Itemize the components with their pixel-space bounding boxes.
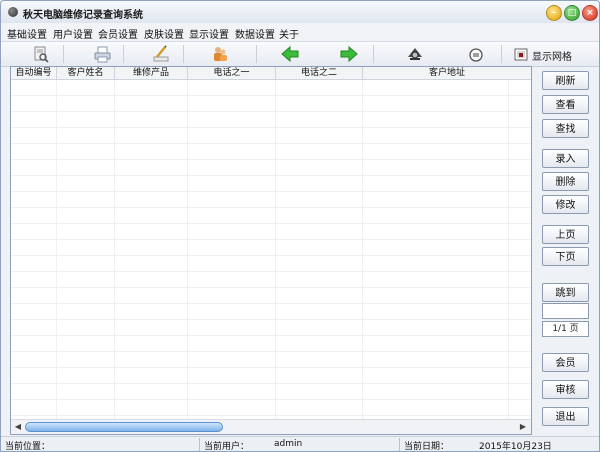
column-header-customer[interactable]: 客户姓名 [57, 67, 115, 79]
column-divider [187, 80, 188, 419]
maximize-button[interactable]: □ [564, 5, 580, 21]
menu-user-settings[interactable]: 用户设置 [53, 26, 93, 41]
column-header-auto-id[interactable]: 自动编号 [11, 67, 57, 79]
status-date-label: 当前日期： [404, 442, 450, 452]
app-window: 秋天电脑维修记录查询系统 – □ × 基础设置 用户设置 会员设置 皮肤设置 显… [0, 0, 600, 452]
menu-about[interactable]: 关于 [279, 26, 299, 41]
grid-toggle-icon[interactable] [511, 44, 531, 64]
column-header-phone1[interactable]: 电话之一 [188, 67, 276, 79]
scroll-right-icon[interactable]: ▶ [517, 421, 529, 433]
status-user-value: admin [274, 439, 303, 449]
modify-button[interactable]: 修改 [542, 195, 589, 214]
menu-basic-settings[interactable]: 基础设置 [7, 26, 47, 41]
member-button[interactable]: 会员 [542, 353, 589, 372]
toolbar: 显示网格 [1, 41, 599, 67]
column-divider [508, 80, 509, 419]
find-button[interactable]: 查找 [542, 119, 589, 138]
toolbar-separator [183, 45, 184, 63]
audit-button[interactable]: 审核 [542, 380, 589, 399]
menu-member-settings[interactable]: 会员设置 [98, 26, 138, 41]
status-bar: 当前位置： 当前用户： admin 当前日期： 2015年10月23日 [1, 436, 599, 452]
status-separator [199, 438, 200, 451]
users-icon[interactable] [210, 44, 230, 64]
app-icon [8, 7, 18, 17]
menu-bar: 基础设置 用户设置 会员设置 皮肤设置 显示设置 数据设置 关于 [1, 23, 599, 41]
grid-toggle-label[interactable]: 显示网格 [532, 48, 572, 63]
column-divider [362, 80, 363, 419]
search-doc-icon[interactable] [30, 44, 50, 64]
toolbar-separator [501, 45, 502, 63]
column-divider [275, 80, 276, 419]
refresh-button[interactable]: 刷新 [542, 71, 589, 90]
toolbar-separator [63, 45, 64, 63]
menu-skin-settings[interactable]: 皮肤设置 [144, 26, 184, 41]
table-grid [11, 80, 531, 419]
menu-data-settings[interactable]: 数据设置 [235, 26, 275, 41]
edit-pen-icon[interactable] [151, 44, 171, 64]
scroll-thumb[interactable] [25, 422, 223, 432]
toolbar-separator [373, 45, 374, 63]
column-divider [114, 80, 115, 419]
page-indicator: 1/1 页 [542, 321, 589, 337]
print-icon[interactable] [92, 44, 112, 64]
next-page-button[interactable]: 下页 [542, 247, 589, 266]
minimize-button[interactable]: – [546, 5, 562, 21]
status-separator [399, 438, 400, 451]
status-date-value: 2015年10月23日 [479, 442, 552, 452]
title-bar: 秋天电脑维修记录查询系统 – □ × [1, 1, 599, 24]
gauge-icon[interactable] [466, 44, 486, 64]
arrow-left-icon[interactable] [280, 44, 300, 64]
toolbar-separator [256, 45, 257, 63]
close-button[interactable]: × [582, 5, 598, 21]
table-header: 自动编号 客户姓名 维修产品 电话之一 电话之二 客户地址 [11, 67, 531, 80]
page-suffix: 页 [569, 324, 579, 334]
exit-button[interactable]: 退出 [542, 407, 589, 426]
enter-button[interactable]: 录入 [542, 149, 589, 168]
column-header-address[interactable]: 客户地址 [363, 67, 531, 79]
delete-button[interactable]: 删除 [542, 172, 589, 191]
menu-display-settings[interactable]: 显示设置 [189, 26, 229, 41]
column-header-product[interactable]: 维修产品 [115, 67, 188, 79]
window-title: 秋天电脑维修记录查询系统 [23, 10, 143, 21]
camera-icon[interactable] [405, 44, 425, 64]
status-user-label: 当前用户： [204, 442, 250, 452]
scroll-left-icon[interactable]: ◀ [12, 421, 24, 433]
view-button[interactable]: 查看 [542, 95, 589, 114]
jump-button[interactable]: 跳到 [542, 283, 589, 302]
toolbar-separator [123, 45, 124, 63]
prev-page-button[interactable]: 上页 [542, 225, 589, 244]
horizontal-scrollbar[interactable]: ◀ ▶ [11, 419, 531, 434]
jump-page-input[interactable] [542, 303, 589, 319]
column-divider [56, 80, 57, 419]
arrow-right-icon[interactable] [339, 44, 359, 64]
page-current: 1/1 [552, 324, 567, 334]
column-header-phone2[interactable]: 电话之二 [276, 67, 363, 79]
records-table[interactable]: 自动编号 客户姓名 维修产品 电话之一 电话之二 客户地址 ◀ ▶ [10, 66, 532, 435]
status-location-label: 当前位置： [5, 442, 51, 452]
